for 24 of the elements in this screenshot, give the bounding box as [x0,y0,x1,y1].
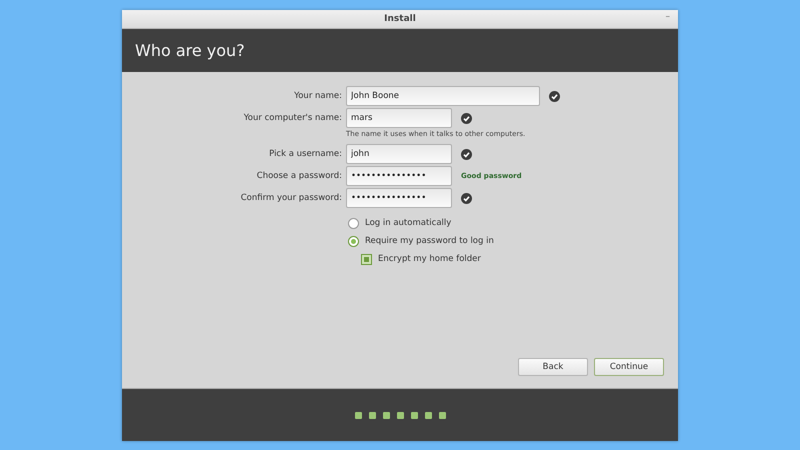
field-label: Confirm your password: [240,193,342,203]
field-label: Pick a username: [269,149,342,159]
field-label: Choose a password: [256,171,342,181]
input-field[interactable]: mars [346,108,452,128]
field-label: Your computer's name: [244,113,342,123]
checkmark-icon [461,192,472,204]
checkbox[interactable] [361,254,372,264]
input-field[interactable]: john [346,144,452,164]
input-field[interactable]: ••••••••••••••• [346,188,452,208]
checkmark-icon [461,112,472,124]
window-title: Install [384,14,416,24]
checkmark-icon [461,148,472,160]
option-label: Log in automatically [365,218,452,228]
back-button[interactable]: Back [518,358,588,376]
option-label: Require my password to log in [365,236,494,246]
input-field[interactable]: ••••••••••••••• [346,166,452,186]
minimize-button[interactable]: – [666,12,670,22]
field-label: Your name: [294,91,342,101]
checkmark-icon [549,90,560,102]
page-title: Who are you? [135,41,245,60]
radio-button[interactable] [348,236,359,246]
checkbox-label: Encrypt my home folder [378,254,481,264]
radio-button[interactable] [348,218,359,228]
continue-button[interactable]: Continue [594,358,664,376]
